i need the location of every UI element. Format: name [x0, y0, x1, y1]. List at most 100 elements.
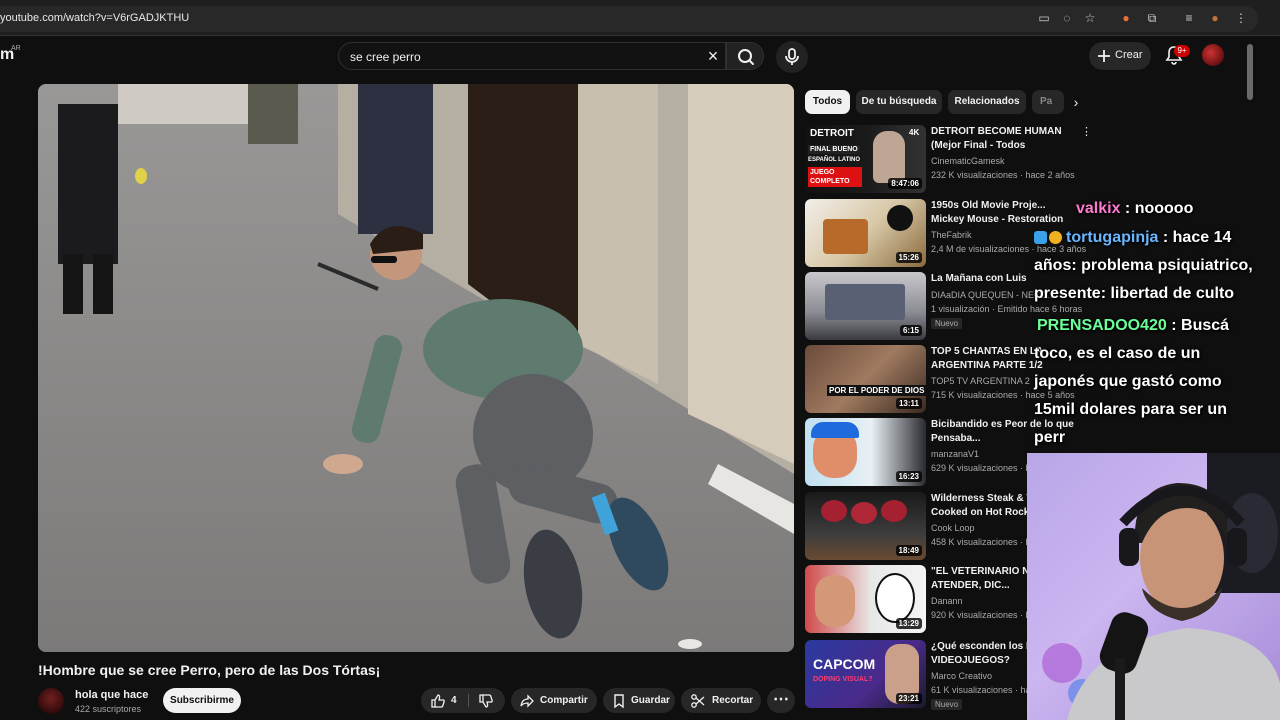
thumbs-down-icon[interactable]	[478, 693, 494, 709]
video-title[interactable]: DETROIT BECOME HUMAN (Mejor Final - Todo…	[931, 125, 1079, 153]
video-duration: 23:21	[895, 693, 922, 704]
search-input[interactable]: se cree perro	[350, 50, 421, 64]
stream-chat-overlay: valkix : nooooo tortugapinja : hace 14 a…	[1030, 195, 1280, 455]
video-thumbnail[interactable]: POR EL PODER DE DIOS 13:11	[805, 345, 926, 413]
video-thumbnail[interactable]: 18:49	[805, 492, 926, 560]
channel-name[interactable]: CinematicGamesk	[931, 156, 1005, 166]
video-thumbnail[interactable]: 15:26	[805, 199, 926, 267]
thumbnail-text: 4K	[909, 128, 920, 137]
share-button[interactable]: Compartir	[511, 688, 597, 713]
like-dislike-group: 4	[421, 688, 505, 713]
chat-text: años: problema psiquiatrico,	[1034, 257, 1253, 274]
chip-todos[interactable]: Todos	[805, 90, 850, 114]
create-label: Crear	[1115, 49, 1143, 61]
search-button[interactable]	[726, 42, 764, 70]
subscriber-count: 422 suscriptores	[75, 704, 142, 714]
chat-text: : Buscá	[1166, 317, 1230, 334]
channel-name[interactable]: manzanaV1	[931, 449, 979, 459]
browser-menu-icon[interactable]: ⋮	[1234, 11, 1248, 25]
channel-name[interactable]: TheFabrik	[931, 230, 972, 240]
thumbnail-text: FINAL BUENO	[808, 145, 860, 154]
thumbnail-object	[887, 205, 913, 231]
subscribe-button[interactable]: Subscribirme	[163, 688, 241, 713]
chat-text: toco, es el caso de un	[1034, 345, 1201, 362]
create-button[interactable]: Crear	[1089, 42, 1151, 70]
video-meta: 61 K visualizaciones · ha...	[931, 685, 1039, 695]
account-avatar[interactable]	[1202, 44, 1224, 66]
video-duration: 15:26	[895, 252, 922, 263]
video-duration: 16:23	[895, 471, 922, 482]
chat-text: 15mil dolares para ser un	[1034, 401, 1227, 418]
chat-username: tortugapinja	[1066, 229, 1159, 246]
thumbnail-text: ESPAÑOL LATINO	[808, 157, 861, 163]
channel-name[interactable]: hola que hace	[75, 689, 148, 701]
chip-de-tu-busqueda[interactable]: De tu búsqueda	[856, 90, 942, 114]
chat-username: valkix	[1076, 200, 1121, 217]
chip-partial[interactable]: Pa	[1032, 90, 1064, 114]
chip-relacionados[interactable]: Relacionados	[948, 90, 1026, 114]
video-thumbnail[interactable]: 6:15	[805, 272, 926, 340]
url-text: youtube.com/watch?v=V6rGADJKTHU	[0, 12, 190, 24]
chat-badge-icon	[1034, 231, 1047, 245]
video-duration: 8:47:06	[888, 178, 922, 189]
thumbnail-text: DETROIT	[810, 128, 854, 139]
recommendation-item[interactable]: DETROIT 4K FINAL BUENO ESPAÑOL LATINO JU…	[805, 125, 1092, 195]
page-scrollbar[interactable]	[1247, 44, 1253, 100]
notification-count-badge: 9+	[1174, 45, 1190, 57]
chat-message: PRENSADOO420 : Buscá	[1034, 312, 1280, 340]
share-label: Compartir	[540, 695, 588, 706]
install-icon[interactable]: ▭	[1037, 11, 1051, 25]
video-duration: 13:11	[895, 398, 922, 409]
chat-text: : nooooo	[1120, 200, 1194, 217]
bookmark-icon	[614, 694, 624, 709]
clip-button[interactable]: Recortar	[681, 688, 761, 713]
more-vertical-icon[interactable]: ⋮	[1081, 125, 1092, 139]
video-meta: 232 K visualizaciones · hace 2 años	[931, 170, 1075, 180]
extension-icon[interactable]: ●	[1119, 11, 1133, 25]
channel-name[interactable]: Cook Loop	[931, 523, 975, 533]
channel-name[interactable]: Danann	[931, 596, 963, 606]
video-duration: 6:15	[899, 325, 922, 336]
video-thumbnail[interactable]: DETROIT 4K FINAL BUENO ESPAÑOL LATINO JU…	[805, 125, 926, 193]
browser-toolbar: youtube.com/watch?v=V6rGADJKTHU ▭ ◌ ☆ ● …	[0, 0, 1280, 36]
chat-message: valkix : nooooo	[1034, 195, 1280, 223]
extensions-puzzle-icon[interactable]: ⧉	[1145, 11, 1159, 25]
microphone-icon	[785, 48, 799, 65]
save-label: Guardar	[631, 695, 670, 706]
thumbnail-object	[821, 500, 847, 522]
country-code: AR	[11, 45, 21, 52]
scissors-icon	[691, 694, 705, 708]
channel-name[interactable]: TOP5 TV ARGENTINA 2	[931, 376, 1030, 386]
chat-text: : hace 14	[1158, 229, 1232, 246]
chat-message: tortugapinja : hace 14	[1034, 224, 1280, 252]
chat-username: PRENSADOO420	[1037, 317, 1167, 334]
chat-text: japonés que gastó como	[1034, 373, 1222, 390]
channel-name[interactable]: Marco Creativo	[931, 671, 992, 681]
thumbnail-object	[851, 502, 877, 524]
video-frame	[38, 84, 794, 652]
new-badge: Nuevo	[931, 318, 963, 329]
thumbs-up-icon[interactable]	[430, 693, 446, 709]
more-actions-button[interactable]: ⋯	[767, 688, 795, 713]
clear-search-icon[interactable]: ×	[703, 46, 723, 66]
media-control-icon[interactable]: ≡	[1182, 11, 1196, 25]
video-thumbnail[interactable]: CAPCOM DOPING VISUAL? 23:21	[805, 640, 926, 708]
video-player[interactable]	[38, 84, 794, 652]
video-thumbnail[interactable]: 13:29	[805, 565, 926, 633]
bookmark-star-icon[interactable]: ☆	[1083, 11, 1097, 25]
search-box[interactable]: se cree perro ×	[338, 42, 726, 70]
profile-icon[interactable]: ●	[1208, 11, 1222, 25]
video-duration: 13:29	[895, 618, 922, 629]
video-thumbnail[interactable]: 16:23	[805, 418, 926, 486]
voice-search-button[interactable]	[776, 41, 808, 73]
thumbnail-face	[873, 131, 905, 183]
thumbnail-text: DOPING VISUAL?	[813, 676, 873, 683]
thumbnail-face	[815, 575, 855, 627]
thumbnail-object	[825, 284, 905, 320]
streamer-webcam	[1027, 453, 1280, 720]
channel-avatar[interactable]	[38, 688, 64, 714]
save-button[interactable]: Guardar	[603, 688, 675, 713]
chevron-right-icon[interactable]: ›	[1068, 94, 1084, 110]
eye-off-icon[interactable]: ◌	[1060, 11, 1074, 25]
more-horizontal-icon: ⋯	[773, 691, 789, 708]
